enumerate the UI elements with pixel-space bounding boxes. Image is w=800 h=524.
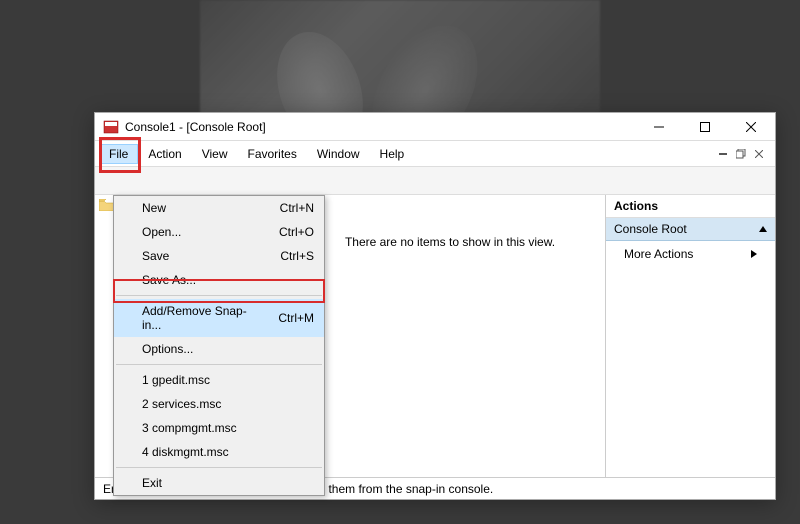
- menu-item-label: Add/Remove Snap-in...: [142, 304, 260, 332]
- divider: [116, 467, 322, 468]
- menu-item-label: Save As...: [142, 273, 196, 287]
- mdi-close-button[interactable]: [751, 146, 767, 162]
- minimize-icon: [654, 122, 664, 132]
- mdi-minimize-button[interactable]: [715, 146, 731, 162]
- actions-section[interactable]: Console Root: [606, 218, 775, 241]
- menu-item-label: Open...: [142, 225, 181, 239]
- mmc-icon: [103, 119, 119, 135]
- mdi-close-icon: [755, 150, 763, 158]
- menu-item-label: 2 services.msc: [142, 397, 221, 411]
- empty-message: There are no items to show in this view.: [345, 235, 555, 249]
- chevron-right-icon: [751, 250, 757, 258]
- maximize-icon: [700, 122, 710, 132]
- menu-item-label: Save: [142, 249, 169, 263]
- menu-item-label: 4 diskmgmt.msc: [142, 445, 229, 459]
- actions-more-label: More Actions: [624, 247, 693, 261]
- menu-item-options[interactable]: Options...: [114, 337, 324, 361]
- mdi-restore-button[interactable]: [733, 146, 749, 162]
- titlebar[interactable]: Console1 - [Console Root]: [95, 113, 775, 141]
- menu-view[interactable]: View: [192, 144, 238, 164]
- menu-help[interactable]: Help: [370, 144, 415, 164]
- file-dropdown: New Ctrl+N Open... Ctrl+O Save Ctrl+S Sa…: [113, 195, 325, 496]
- toolbar: [95, 167, 775, 195]
- content-area: There are no items to show in this view.…: [95, 195, 775, 477]
- menu-item-label: Exit: [142, 476, 162, 490]
- divider: [116, 295, 322, 296]
- menu-item-shortcut: Ctrl+O: [279, 225, 314, 239]
- menubar: File Action View Favorites Window Help: [95, 141, 775, 167]
- menu-favorites[interactable]: Favorites: [238, 144, 307, 164]
- mdi-minimize-icon: [719, 153, 727, 155]
- actions-header: Actions: [606, 195, 775, 218]
- divider: [116, 364, 322, 365]
- maximize-button[interactable]: [683, 113, 727, 141]
- menu-item-recent-3[interactable]: 3 compmgmt.msc: [114, 416, 324, 440]
- menu-item-recent-1[interactable]: 1 gpedit.msc: [114, 368, 324, 392]
- menu-item-save-as[interactable]: Save As...: [114, 268, 324, 292]
- menu-item-open[interactable]: Open... Ctrl+O: [114, 220, 324, 244]
- actions-more[interactable]: More Actions: [606, 241, 775, 267]
- actions-section-label: Console Root: [614, 222, 687, 236]
- menu-item-save[interactable]: Save Ctrl+S: [114, 244, 324, 268]
- menu-item-recent-4[interactable]: 4 diskmgmt.msc: [114, 440, 324, 464]
- list-pane[interactable]: There are no items to show in this view.: [295, 195, 605, 477]
- menu-item-add-remove-snapin[interactable]: Add/Remove Snap-in... Ctrl+M: [114, 299, 324, 337]
- mmc-window: Console1 - [Console Root] File Action Vi…: [94, 112, 776, 500]
- menu-item-label: 3 compmgmt.msc: [142, 421, 237, 435]
- collapse-up-icon: [759, 226, 767, 232]
- close-icon: [746, 122, 756, 132]
- minimize-button[interactable]: [637, 113, 681, 141]
- menu-item-label: New: [142, 201, 166, 215]
- menu-item-recent-2[interactable]: 2 services.msc: [114, 392, 324, 416]
- mdi-restore-icon: [736, 149, 746, 159]
- menu-item-label: Options...: [142, 342, 193, 356]
- menu-window[interactable]: Window: [307, 144, 370, 164]
- close-button[interactable]: [729, 113, 773, 141]
- menu-file[interactable]: File: [99, 144, 138, 164]
- menu-item-shortcut: Ctrl+M: [278, 311, 314, 325]
- menu-item-exit[interactable]: Exit: [114, 471, 324, 495]
- menu-item-new[interactable]: New Ctrl+N: [114, 196, 324, 220]
- actions-pane: Actions Console Root More Actions: [605, 195, 775, 477]
- menu-item-label: 1 gpedit.msc: [142, 373, 210, 387]
- menu-item-shortcut: Ctrl+N: [280, 201, 314, 215]
- menu-item-shortcut: Ctrl+S: [280, 249, 314, 263]
- menu-action[interactable]: Action: [138, 144, 191, 164]
